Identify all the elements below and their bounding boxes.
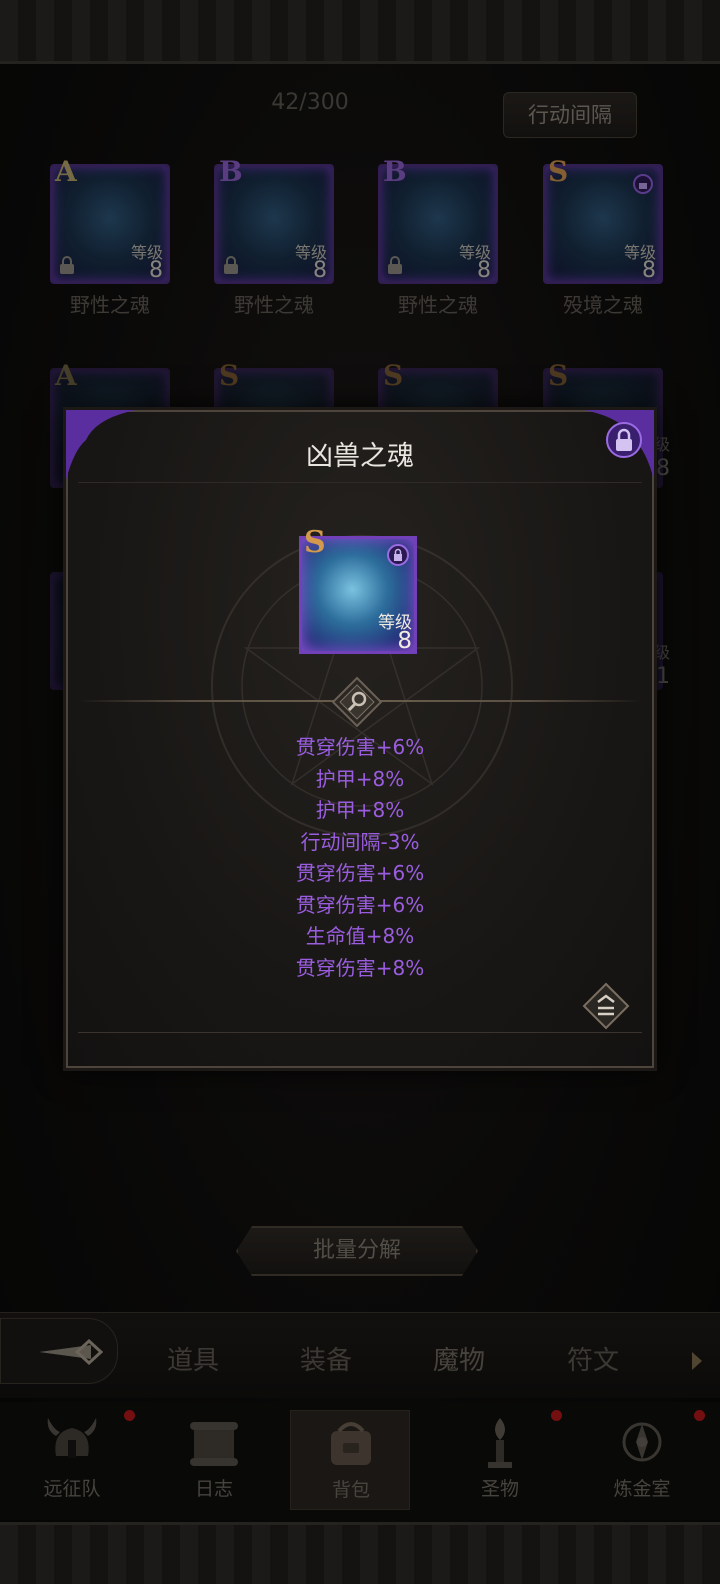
level-value: 8 bbox=[397, 628, 412, 654]
item-detail-dialog: 凶兽之魂 S 等级 8 贯穿伤害+6% 护甲+8% 护甲+8% 行动间隔-3% … bbox=[66, 410, 654, 1068]
stat-line: 护甲+8% bbox=[315, 766, 405, 791]
dialog-title: 凶兽之魂 bbox=[306, 441, 414, 472]
lock-icon[interactable] bbox=[604, 418, 644, 462]
bottom-divider bbox=[78, 1032, 642, 1033]
stat-line: 行动间隔-3% bbox=[300, 829, 420, 854]
collapse-toggle-icon[interactable] bbox=[582, 982, 630, 1030]
seal-icon bbox=[387, 544, 409, 566]
stat-line: 贯穿伤害+6% bbox=[295, 892, 425, 917]
stat-line: 生命值+8% bbox=[305, 924, 415, 948]
stat-line: 贯穿伤害+6% bbox=[295, 861, 425, 885]
stat-line: 贯穿伤害+6% bbox=[295, 735, 425, 759]
stat-line: 贯穿伤害+8% bbox=[295, 955, 425, 980]
stat-list: 贯穿伤害+6% 护甲+8% 护甲+8% 行动间隔-3% 贯穿伤害+6% 贯穿伤害… bbox=[68, 732, 652, 984]
title-divider bbox=[78, 482, 642, 483]
monster-preview: S 等级 8 bbox=[299, 525, 417, 654]
grade-badge: S bbox=[304, 525, 326, 560]
stat-line: 护甲+8% bbox=[315, 798, 405, 822]
magnifier-icon[interactable] bbox=[331, 676, 383, 728]
